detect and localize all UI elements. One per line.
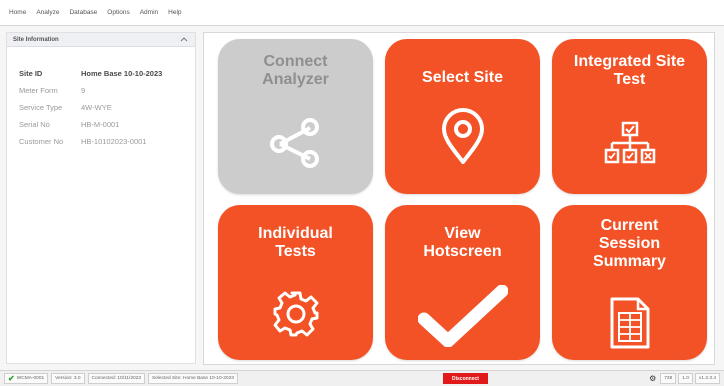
select-site-tile[interactable]: Select Site: [385, 39, 540, 194]
serial-no-row: Serial No HB-M-0001: [19, 116, 195, 133]
disconnect-button[interactable]: Disconnect: [443, 373, 488, 384]
session-summary-label: Current Session Summary: [593, 217, 666, 270]
status-right-group: ⚙ 738 1.0 v1.2.3.4: [649, 373, 720, 384]
main-panel: Connect Analyzer Select Site Integrated …: [203, 32, 715, 365]
view-hotscreen-label: View Hotscreen: [423, 225, 502, 260]
menu-analyze[interactable]: Analyze: [31, 9, 64, 16]
meter-form-value: 9: [81, 86, 86, 95]
status-field-2: 1.0: [678, 373, 693, 384]
site-id-value: Home Base 10-10-2023: [81, 69, 163, 78]
site-id-label: Site ID: [19, 69, 43, 78]
checklist-tree-icon: [552, 121, 707, 167]
select-site-label: Select Site: [422, 69, 503, 86]
app-window: Home Analyze Database Options Admin Help…: [0, 0, 724, 386]
site-information-header: Site Information: [7, 33, 195, 47]
location-pin-icon: [385, 107, 540, 165]
individual-tests-tile[interactable]: Individual Tests: [218, 205, 373, 360]
connect-analyzer-label: Connect Analyzer: [262, 53, 329, 88]
share-icon: [218, 117, 373, 169]
analyzer-id: WCMA-0001: [16, 376, 45, 381]
menu-admin[interactable]: Admin: [135, 9, 163, 16]
individual-tests-label: Individual Tests: [258, 225, 333, 260]
menu-bar: Home Analyze Database Options Admin Help: [0, 0, 724, 26]
document-icon: [552, 297, 707, 349]
serial-no-value: HB-M-0001: [81, 120, 120, 129]
meter-form-label: Meter Form: [19, 86, 58, 95]
menu-help[interactable]: Help: [163, 9, 186, 16]
status-bar: ✔ WCMA-0001 Version: 3.0 Connected: 10/1…: [0, 370, 724, 386]
check-icon: ✔: [8, 374, 15, 383]
view-hotscreen-tile[interactable]: View Hotscreen: [385, 205, 540, 360]
connected-status: Connected: 10/11/2023: [87, 373, 146, 384]
site-id-row: Site ID Home Base 10-10-2023: [19, 65, 195, 82]
version-status: Version: 3.0: [51, 373, 85, 384]
status-field-1: 738: [660, 373, 677, 384]
gear-icon: [218, 289, 373, 339]
version-right: v1.2.3.4: [694, 373, 720, 384]
service-type-value: 4W-WYE: [81, 103, 112, 112]
menu-options[interactable]: Options: [102, 9, 134, 16]
chevron-up-icon[interactable]: [179, 36, 189, 44]
settings-gear-icon[interactable]: ⚙: [649, 374, 656, 383]
menu-database[interactable]: Database: [64, 9, 102, 16]
site-info-list: Site ID Home Base 10-10-2023 Meter Form …: [7, 47, 195, 150]
customer-no-value: HB-10102023-0001: [81, 137, 147, 146]
session-summary-tile[interactable]: Current Session Summary: [552, 205, 707, 360]
selected-site-status: Selected Site: Home Base 10-10-2023: [148, 373, 238, 384]
menu-home[interactable]: Home: [4, 9, 31, 16]
service-type-label: Service Type: [19, 103, 63, 112]
serial-no-label: Serial No: [19, 120, 50, 129]
site-information-title: Site Information: [13, 36, 59, 43]
service-type-row: Service Type 4W-WYE: [19, 99, 195, 116]
analyzer-status: ✔ WCMA-0001: [4, 373, 49, 384]
connect-analyzer-tile[interactable]: Connect Analyzer: [218, 39, 373, 194]
checkmark-icon: [385, 285, 540, 347]
meter-form-row: Meter Form 9: [19, 82, 195, 99]
integrated-site-test-tile[interactable]: Integrated Site Test: [552, 39, 707, 194]
customer-no-label: Customer No: [19, 137, 64, 146]
integrated-site-test-label: Integrated Site Test: [573, 53, 686, 88]
site-information-panel: Site Information Site ID Home Base 10-10…: [6, 32, 196, 364]
customer-no-row: Customer No HB-10102023-0001: [19, 133, 195, 150]
